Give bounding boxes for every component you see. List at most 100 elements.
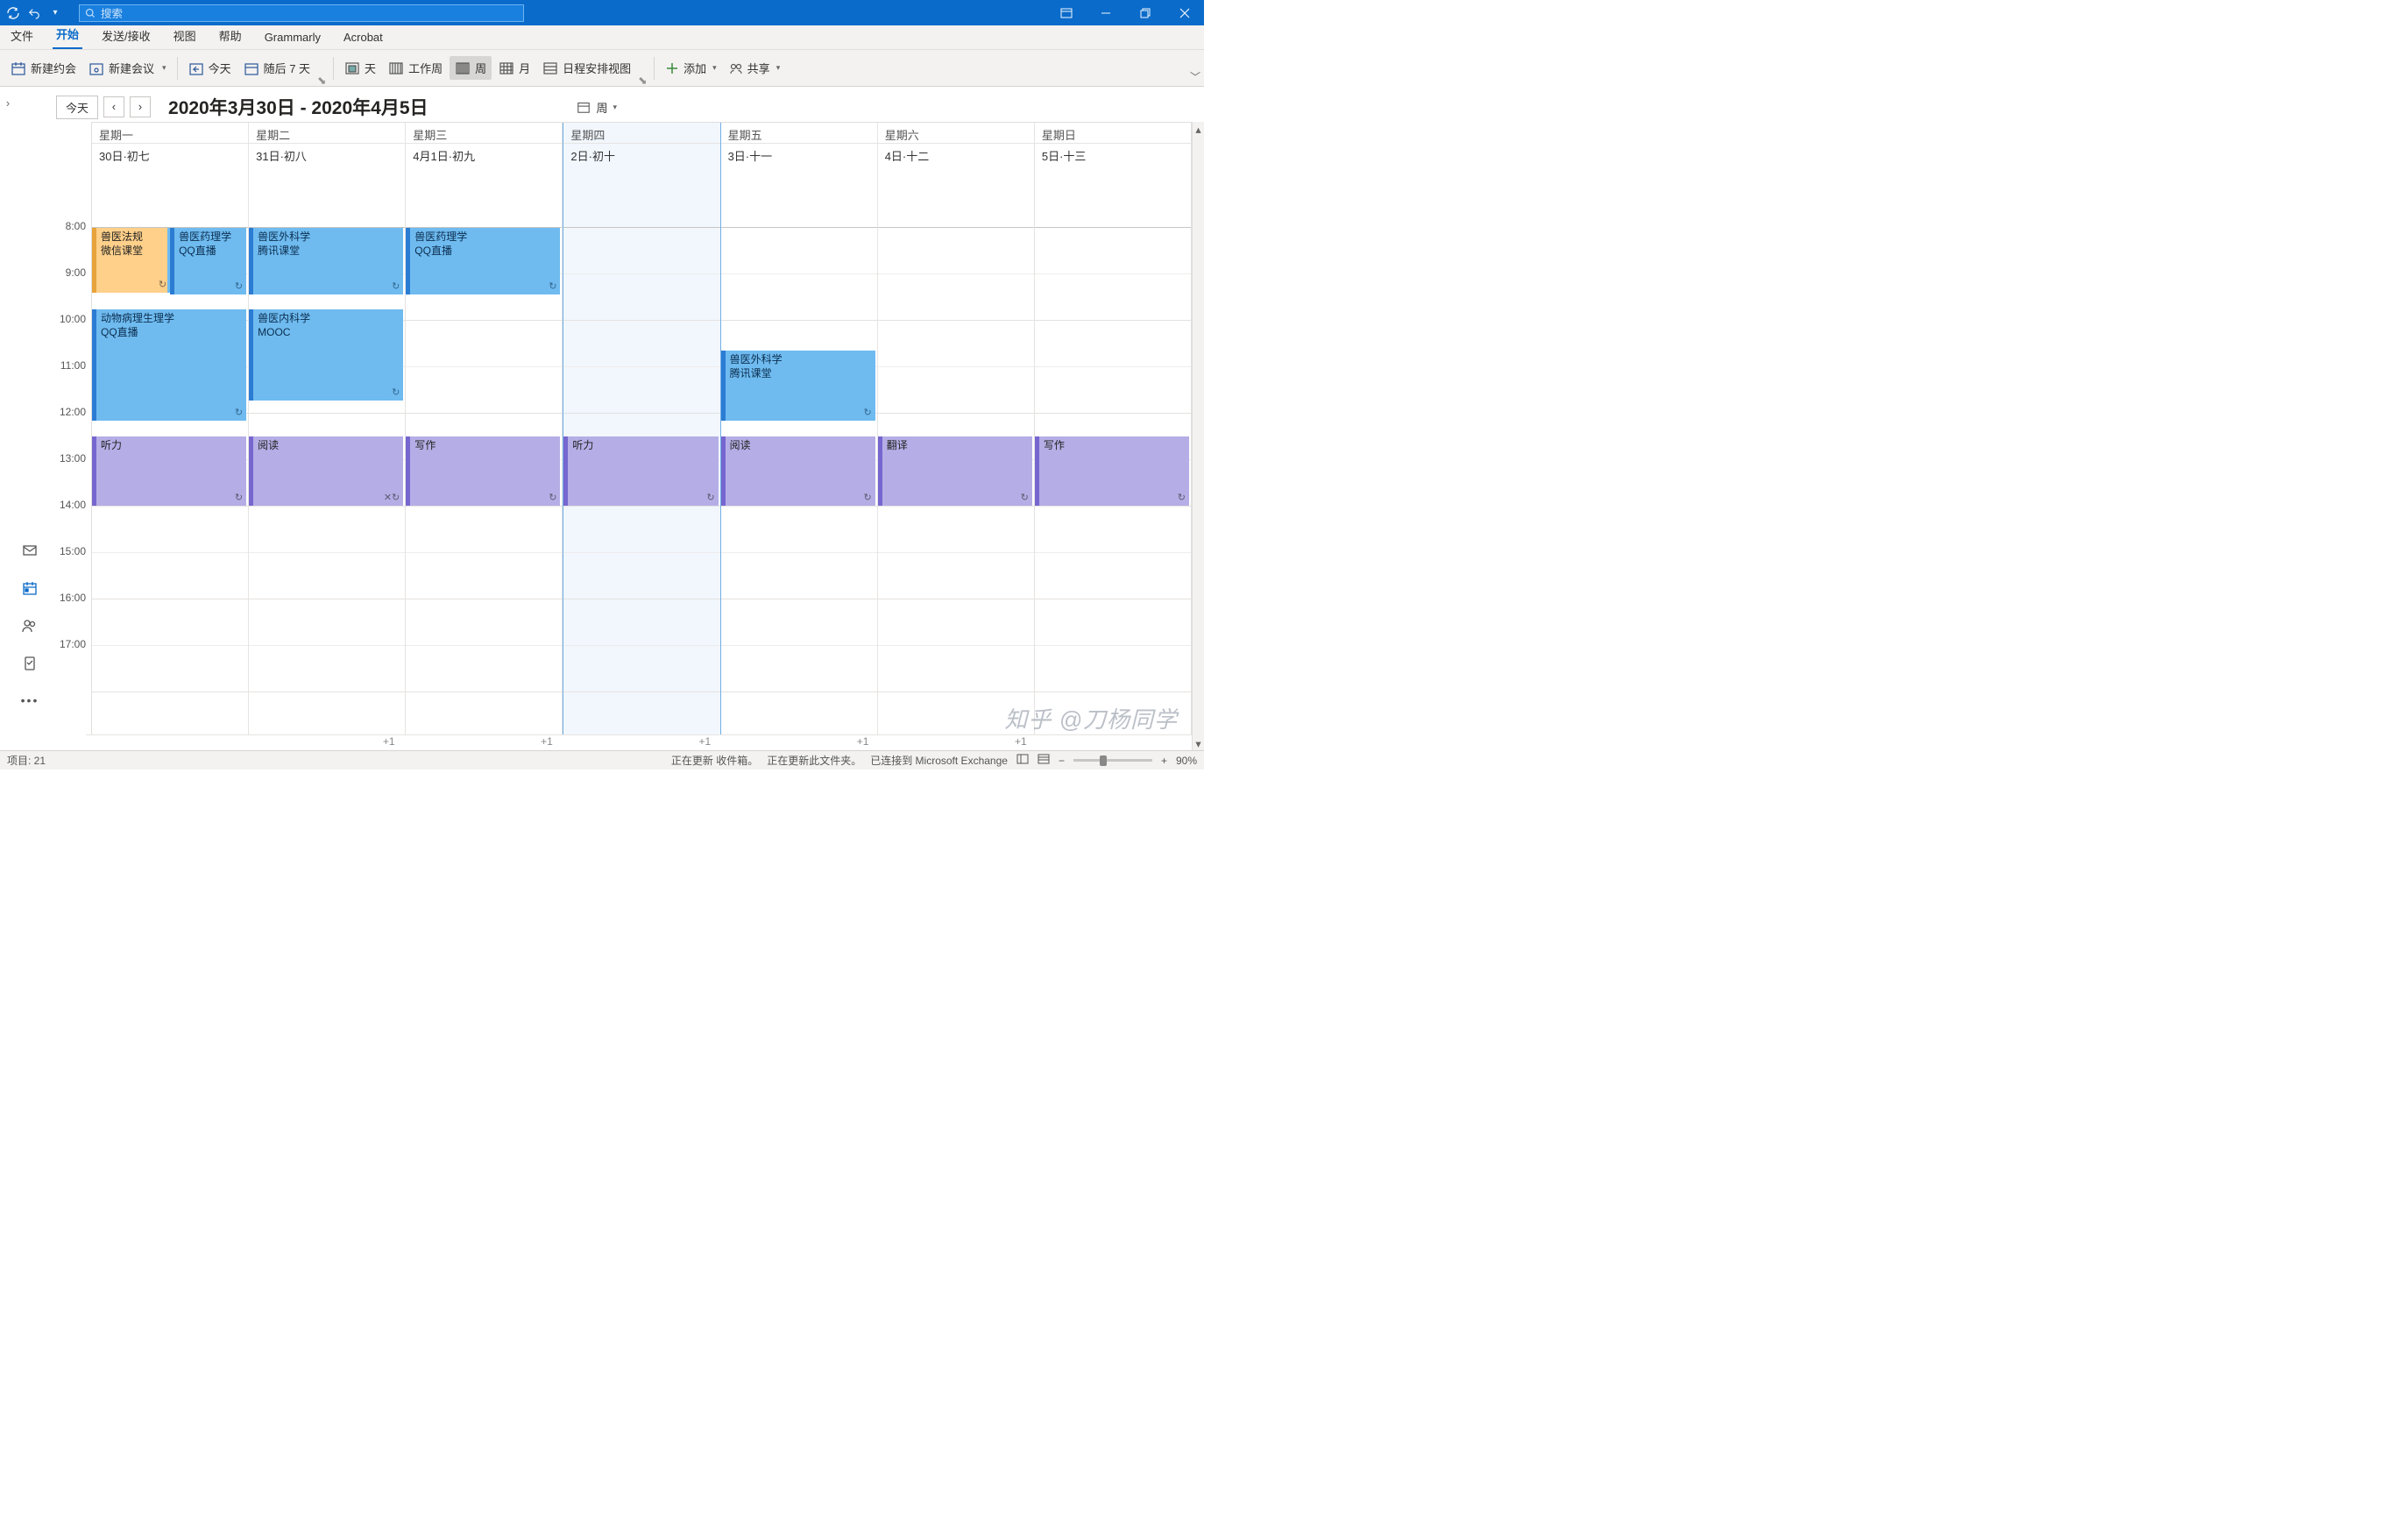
view-dropdown[interactable]: 周 ▾ [577, 99, 1178, 116]
goto-today-button[interactable]: 今天 [183, 56, 237, 80]
tab-home[interactable]: 开始 [53, 22, 82, 49]
today-label: 今天 [209, 60, 231, 76]
item-count: 项目: 21 [7, 753, 46, 768]
vertical-scrollbar[interactable]: ▴ ▾ [1192, 122, 1204, 750]
ribbon-collapse-icon[interactable]: ﹀ [1190, 69, 1200, 84]
more-indicator[interactable]: +1 [402, 734, 560, 750]
day-date: 2日·初十 [563, 144, 719, 228]
mail-icon[interactable] [22, 543, 38, 561]
event[interactable]: 听力↻ [563, 436, 718, 506]
folder-pane-expand[interactable]: › [0, 87, 16, 750]
tab-sendreceive[interactable]: 发送/接收 [98, 24, 154, 49]
minimize-icon[interactable] [1086, 0, 1125, 25]
day-header: 星期六 [878, 123, 1034, 144]
next-7-days-button[interactable]: 随后 7 天 [238, 56, 315, 80]
sync-icon: ↻ [863, 492, 871, 504]
tasks-icon[interactable] [22, 656, 38, 674]
week-view-button[interactable]: 周 [450, 56, 492, 80]
tab-help[interactable]: 帮助 [216, 24, 245, 49]
share-calendar-button[interactable]: 共享▾ [724, 56, 786, 80]
sync-icon: ↻ [235, 280, 243, 293]
more-indicator[interactable]: +1 [560, 734, 718, 750]
event[interactable]: 兽医外科学腾讯课堂↻ [249, 228, 403, 294]
ribbon-tabs: 文件 开始 发送/接收 视图 帮助 Grammarly Acrobat [0, 25, 1204, 50]
tab-acrobat[interactable]: Acrobat [340, 27, 386, 49]
day-column-wed[interactable]: 星期三 4月1日·初九 兽医药理学QQ直播↻ 写作↻ [406, 123, 563, 749]
sync-icon: ↻ [159, 279, 166, 291]
chevron-down-icon: ▾ [613, 103, 617, 112]
event[interactable]: 写作↻ [406, 436, 560, 506]
event[interactable]: 写作↻ [1035, 436, 1189, 506]
day-column-thu[interactable]: 星期四 2日·初十 听力↻ [563, 123, 720, 749]
maximize-icon[interactable] [1125, 0, 1165, 25]
event[interactable]: 兽医外科学腾讯课堂↻ [721, 351, 875, 421]
zoom-level[interactable]: 90% [1176, 755, 1197, 767]
new-appointment-button[interactable]: 新建约会 [5, 56, 81, 80]
day-date: 4月1日·初九 [406, 144, 562, 228]
dialog-launcher-icon[interactable]: ⬊ [317, 74, 328, 84]
dialog-launcher-icon[interactable]: ⬊ [638, 74, 648, 84]
undo-icon[interactable] [26, 5, 42, 21]
month-view-button[interactable]: 月 [493, 56, 535, 80]
view-reading-icon[interactable] [1038, 754, 1050, 767]
date-range-title: 2020年3月30日 - 2020年4月5日 [168, 94, 428, 120]
scroll-down-icon[interactable]: ▾ [1193, 736, 1204, 750]
sync-icon: ↻ [392, 280, 400, 293]
event[interactable]: 兽医内科学MOOC↻ [249, 309, 403, 401]
day-column-sat[interactable]: 星期六 4日·十二 翻译↻ [878, 123, 1035, 749]
sync-icon: ↻ [706, 492, 714, 504]
more-indicator[interactable]: +1 [244, 734, 401, 750]
people-icon[interactable] [22, 618, 38, 636]
view-normal-icon[interactable] [1016, 754, 1029, 767]
event[interactable]: 阅读↻ [721, 436, 875, 506]
search-input[interactable]: 搜索 [79, 4, 524, 22]
more-indicator[interactable]: +1 [718, 734, 875, 750]
close-icon[interactable] [1165, 0, 1204, 25]
event[interactable]: 兽医药理学QQ直播↻ [170, 228, 246, 294]
day-label: 天 [365, 60, 376, 76]
zoom-slider[interactable] [1073, 759, 1152, 762]
new-meeting-label: 新建会议 [109, 60, 154, 76]
event[interactable]: 兽医法规微信课堂↻ [92, 228, 170, 293]
chevron-down-icon: ▾ [162, 63, 166, 73]
overflow-row: +1 +1 +1 +1 +1 [86, 734, 1192, 750]
tab-view[interactable]: 视图 [170, 24, 200, 49]
calendar-icon[interactable] [22, 580, 38, 599]
week-icon [455, 60, 471, 76]
sync-icon: ↻ [1178, 492, 1186, 504]
day-header: 星期日 [1035, 123, 1191, 144]
day-column-sun[interactable]: 星期日 5日·十三 写作↻ [1035, 123, 1191, 749]
more-indicator[interactable]: +1 [875, 734, 1033, 750]
prev-week-button[interactable]: ‹ [103, 96, 124, 117]
event[interactable]: 兽医药理学QQ直播↻ [406, 228, 560, 294]
day-column-mon[interactable]: 星期一 30日·初七 兽医法规微信课堂↻ 兽医药理学QQ直播↻ 动物病理生理学Q… [92, 123, 249, 749]
today-button[interactable]: 今天 [56, 96, 98, 119]
qat-dropdown-icon[interactable]: ▾ [47, 5, 63, 21]
day-column-fri[interactable]: 星期五 3日·十一 兽医外科学腾讯课堂↻ 阅读↻ [721, 123, 878, 749]
day-view-button[interactable]: 天 [339, 56, 381, 80]
event[interactable]: 动物病理生理学QQ直播↻ [92, 309, 246, 421]
next7-label: 随后 7 天 [264, 60, 310, 76]
schedule-view-button[interactable]: 日程安排视图 [537, 56, 636, 80]
sync-icon[interactable] [5, 5, 21, 21]
event[interactable]: 听力↻ [92, 436, 246, 506]
tab-grammarly[interactable]: Grammarly [261, 27, 324, 49]
more-indicator[interactable] [86, 734, 244, 750]
new-meeting-button[interactable]: 新建会议 ▾ [83, 56, 172, 80]
workweek-view-button[interactable]: 工作周 [383, 56, 448, 80]
day-column-tue[interactable]: 星期二 31日·初八 兽医外科学腾讯课堂↻ 兽医内科学MOOC↻ 阅读✕↻ [249, 123, 406, 749]
ribbon-display-icon[interactable] [1046, 0, 1086, 25]
time-label: 15:00 [49, 545, 91, 592]
add-calendar-button[interactable]: 添加▾ [660, 56, 722, 80]
scroll-up-icon[interactable]: ▴ [1193, 122, 1204, 136]
event[interactable]: 阅读✕↻ [249, 436, 403, 506]
next-week-button[interactable]: › [130, 96, 151, 117]
day-date: 3日·十一 [721, 144, 877, 228]
event[interactable]: 翻译↻ [878, 436, 1032, 506]
more-icon[interactable]: ••• [21, 693, 39, 707]
zoom-out-button[interactable]: − [1059, 755, 1065, 767]
tab-file[interactable]: 文件 [7, 24, 37, 49]
zoom-in-button[interactable]: + [1161, 755, 1167, 767]
add-label: 添加 [683, 60, 706, 76]
more-indicator[interactable] [1034, 734, 1192, 750]
